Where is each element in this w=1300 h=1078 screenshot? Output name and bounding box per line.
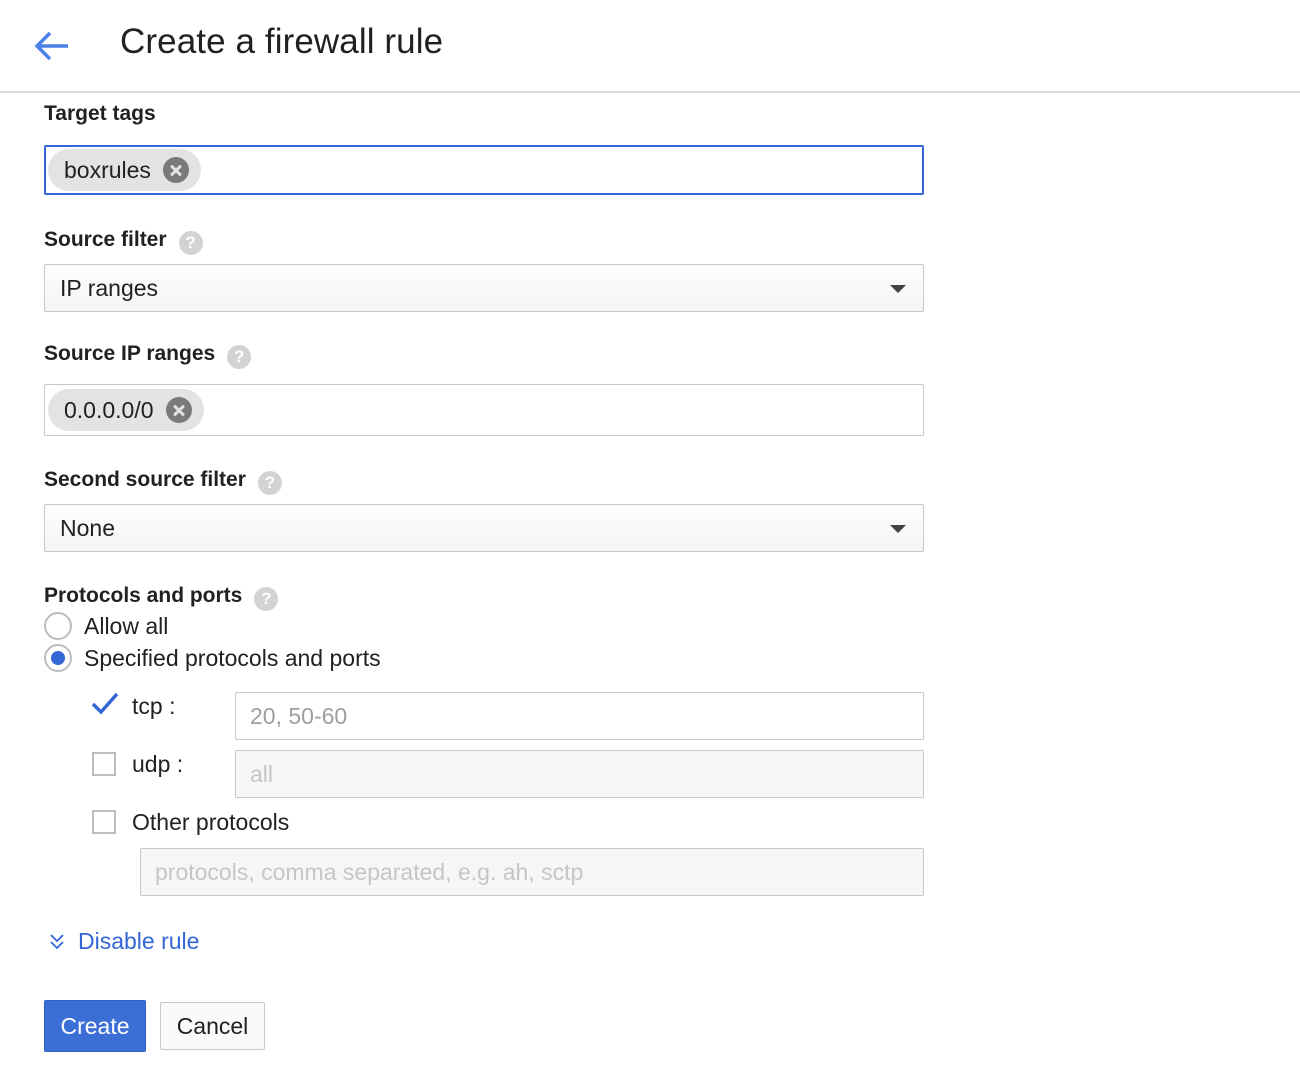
cancel-button[interactable]: Cancel — [160, 1002, 265, 1050]
disable-rule-label: Disable rule — [78, 928, 200, 954]
dropdown-caret-icon — [890, 525, 906, 533]
radio-button[interactable] — [44, 612, 72, 640]
tcp-checkbox[interactable] — [91, 692, 119, 718]
second-source-filter-value: None — [60, 515, 115, 541]
page-header: Create a firewall rule — [0, 0, 1300, 93]
create-button[interactable]: Create — [44, 1000, 146, 1052]
udp-checkbox-row[interactable]: udp : — [92, 750, 183, 778]
dropdown-caret-icon — [890, 285, 906, 293]
protocols-ports-label: Protocols and ports? — [44, 584, 279, 611]
source-filter-label: Source filter? — [44, 228, 203, 255]
udp-label: udp : — [132, 750, 184, 777]
disable-rule-toggle[interactable]: Disable rule — [48, 928, 199, 955]
other-protocols-checkbox-row[interactable]: Other protocols — [92, 808, 289, 836]
help-icon[interactable]: ? — [257, 471, 282, 495]
help-icon[interactable]: ? — [178, 231, 203, 255]
chip-label: 0.0.0.0/0 — [64, 397, 154, 423]
radio-allow-all[interactable]: Allow all — [44, 612, 168, 640]
other-protocols-placeholder: protocols, comma separated, e.g. ah, sct… — [155, 859, 584, 885]
chip-label: boxrules — [64, 157, 151, 183]
udp-checkbox[interactable] — [92, 752, 116, 776]
page-title: Create a firewall rule — [120, 22, 444, 61]
radio-button[interactable] — [44, 644, 72, 672]
other-protocols-label: Other protocols — [132, 808, 290, 835]
target-tags-input[interactable]: boxrules — [44, 145, 924, 195]
help-icon[interactable]: ? — [254, 587, 279, 611]
chip-remove-icon[interactable] — [162, 157, 189, 183]
other-protocols-checkbox[interactable] — [92, 810, 116, 834]
source-filter-select[interactable]: IP ranges — [44, 264, 924, 312]
chevron-down-icon — [50, 933, 64, 949]
tcp-checkbox-row[interactable]: tcp : — [91, 692, 176, 720]
second-source-filter-select[interactable]: None — [44, 504, 924, 552]
source-ip-ranges-label: Source IP ranges? — [44, 342, 252, 369]
other-protocols-input[interactable]: protocols, comma separated, e.g. ah, sct… — [140, 848, 924, 896]
radio-label: Allow all — [84, 612, 169, 639]
second-source-filter-label: Second source filter? — [44, 468, 282, 495]
source-filter-value: IP ranges — [60, 275, 159, 301]
help-icon[interactable]: ? — [227, 345, 252, 369]
target-tag-chip: boxrules — [48, 149, 201, 191]
target-tags-label: Target tags — [44, 102, 156, 125]
radio-label: Specified protocols and ports — [84, 644, 381, 671]
tcp-ports-placeholder: 20, 50-60 — [250, 703, 348, 729]
tcp-ports-input[interactable]: 20, 50-60 — [235, 692, 924, 740]
source-ip-ranges-input[interactable]: 0.0.0.0/0 — [44, 384, 924, 436]
checkmark-icon — [91, 692, 119, 715]
udp-ports-placeholder: all — [250, 761, 274, 787]
udp-ports-input[interactable]: all — [235, 750, 924, 798]
radio-specified-protocols[interactable]: Specified protocols and ports — [44, 644, 381, 672]
tcp-label: tcp : — [132, 692, 176, 719]
ip-range-chip: 0.0.0.0/0 — [48, 389, 204, 431]
chip-remove-icon[interactable] — [165, 397, 192, 423]
back-button[interactable] — [30, 26, 74, 66]
back-arrow-icon — [34, 31, 68, 61]
